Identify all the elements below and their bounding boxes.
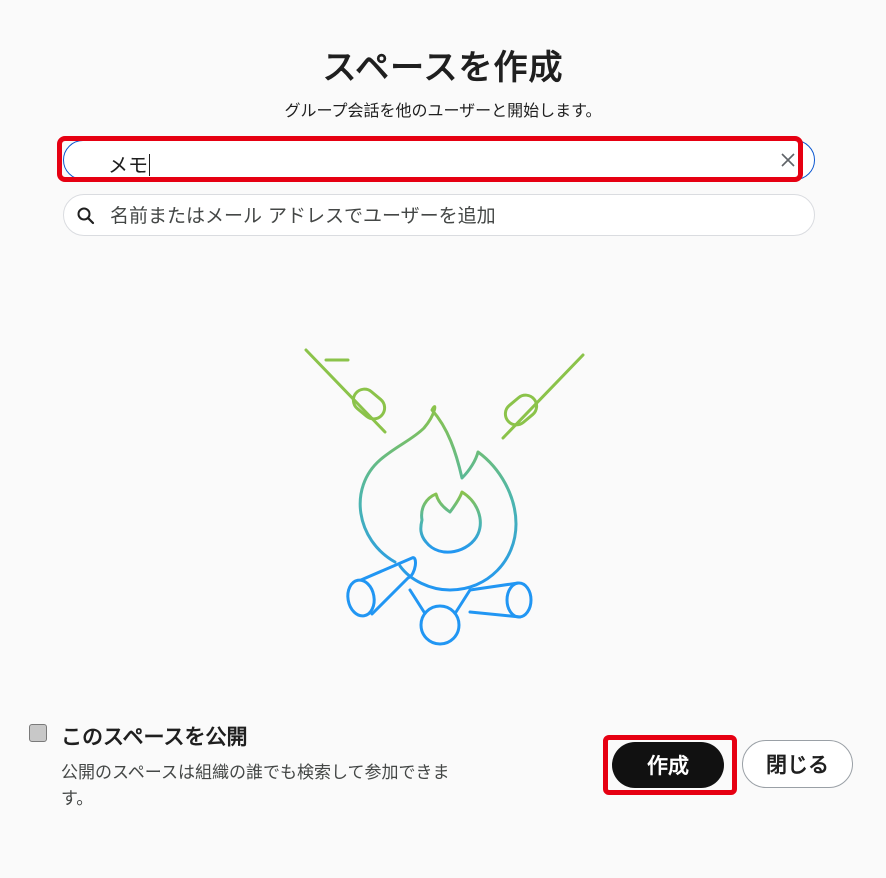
text-caret	[149, 154, 150, 176]
space-name-value: メモ	[108, 149, 150, 178]
people-search-input[interactable]	[108, 201, 792, 231]
close-icon[interactable]	[778, 150, 798, 170]
marshmallow-stick-right	[501, 353, 585, 440]
dialog-subtitle: グループ会話を他のユーザーと開始します。	[284, 101, 602, 120]
close-button[interactable]: 閉じる	[742, 740, 853, 788]
create-button[interactable]: 作成	[612, 742, 724, 788]
dialog-title: スペースを作成	[322, 48, 564, 88]
create-space-dialog: スペースを作成 グループ会話を他のユーザーと開始します。 メモ 名前またはメール…	[0, 0, 886, 878]
logs	[346, 556, 533, 646]
public-space-description: 公開のスペースは組織の誰でも検索して参加できます。	[61, 763, 450, 809]
public-space-label: このスペースを公開	[61, 725, 248, 749]
people-search-field[interactable]	[63, 194, 815, 236]
campfire-illustration	[304, 348, 585, 646]
space-name-text: メモ	[108, 153, 148, 177]
public-space-checkbox[interactable]	[29, 724, 47, 742]
space-name-input[interactable]: メモ	[63, 140, 815, 180]
marshmallow-stick-left	[304, 348, 387, 434]
flame	[358, 405, 518, 592]
search-icon	[77, 207, 95, 225]
